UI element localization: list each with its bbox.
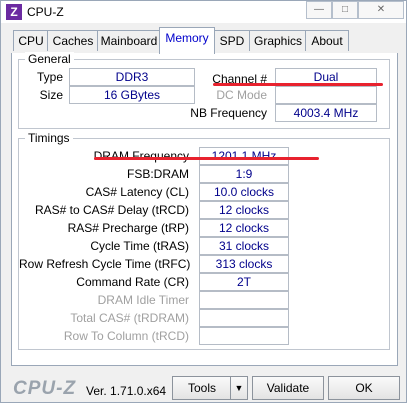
tab-spd[interactable]: SPD	[213, 30, 251, 51]
tab-label: Caches	[52, 34, 94, 48]
dram-idle-timer-value	[199, 291, 289, 309]
tab-graphics[interactable]: Graphics	[249, 30, 307, 51]
tab-label: About	[311, 34, 343, 48]
command-rate-value: 2T	[199, 273, 289, 291]
tab-label: CPU	[18, 34, 44, 48]
cycle-time-label: Cycle Time (tRAS)	[90, 239, 189, 253]
cpuz-logo: CPU-Z	[13, 378, 77, 399]
dram-frequency-highlight-line	[94, 157, 319, 160]
ok-button[interactable]: OK	[328, 376, 400, 400]
ras-to-cas-label: RAS# to CAS# Delay (tRCD)	[34, 203, 189, 217]
timings-group: Timings DRAM Frequency 1201.1 MHz FSB:DR…	[18, 131, 390, 350]
nb-frequency-value: 4003.4 MHz	[275, 104, 377, 122]
row-to-column-value	[199, 327, 289, 345]
tab-memory[interactable]: Memory	[159, 27, 215, 54]
row-to-column-label: Row To Column (tRCD)	[63, 329, 189, 343]
general-group-title: General	[25, 52, 74, 66]
tools-dropdown-arrow-icon[interactable]: ▼	[230, 376, 248, 400]
fsb-dram-label: FSB:DRAM	[126, 167, 189, 181]
tab-label: Memory	[165, 31, 209, 45]
type-value: DDR3	[69, 68, 195, 86]
row-refresh-value: 313 clocks	[199, 255, 289, 273]
title-bar[interactable]: Z CPU-Z — □ ✕	[1, 1, 406, 23]
nb-frequency-label: NB Frequency	[190, 106, 267, 120]
type-label: Type	[36, 70, 63, 84]
minimize-button[interactable]: —	[306, 1, 332, 19]
total-cas-label: Total CAS# (tRDRAM)	[70, 311, 189, 325]
ras-precharge-label: RAS# Precharge (tRP)	[67, 221, 189, 235]
channel-highlight-line	[213, 83, 383, 86]
command-rate-label: Command Rate (CR)	[76, 275, 189, 289]
window-title: CPU-Z	[27, 5, 64, 19]
memory-tab-panel: General Type DDR3 Size 16 GBytes Channel…	[11, 52, 398, 366]
dc-mode-value	[275, 86, 377, 104]
tab-label: Graphics	[253, 34, 303, 48]
ras-precharge-value: 12 clocks	[199, 219, 289, 237]
size-value: 16 GBytes	[69, 86, 195, 104]
size-label: Size	[39, 88, 63, 102]
fsb-dram-value: 1:9	[199, 165, 289, 183]
cycle-time-value: 31 clocks	[199, 237, 289, 255]
cas-latency-label: CAS# Latency (CL)	[85, 185, 189, 199]
cpuz-app-icon: Z	[6, 4, 22, 20]
dc-mode-label: DC Mode	[216, 88, 267, 102]
general-group: General Type DDR3 Size 16 GBytes Channel…	[18, 52, 390, 129]
row-refresh-label: Row Refresh Cycle Time (tRFC)	[19, 257, 191, 271]
tools-button[interactable]: Tools	[172, 376, 232, 400]
tab-cpu[interactable]: CPU	[13, 30, 49, 51]
tab-about[interactable]: About	[305, 30, 349, 51]
version-label: Ver. 1.71.0.x64	[86, 384, 167, 398]
tab-mainboard[interactable]: Mainboard	[97, 30, 161, 51]
tab-caches[interactable]: Caches	[47, 30, 99, 51]
total-cas-value	[199, 309, 289, 327]
cas-latency-value: 10.0 clocks	[199, 183, 289, 201]
tab-label: SPD	[219, 34, 245, 48]
maximize-button[interactable]: □	[332, 1, 358, 19]
dram-frequency-label: DRAM Frequency	[93, 149, 189, 163]
close-button[interactable]: ✕	[358, 1, 404, 19]
timings-group-title: Timings	[25, 131, 73, 145]
cpuz-window: Z CPU-Z — □ ✕ CPU Caches Mainboard Memor…	[0, 0, 407, 403]
ras-to-cas-value: 12 clocks	[199, 201, 289, 219]
validate-button[interactable]: Validate	[252, 376, 324, 400]
dram-frequency-value: 1201.1 MHz	[199, 147, 289, 165]
dram-idle-timer-label: DRAM Idle Timer	[97, 293, 189, 307]
tab-label: Mainboard	[100, 34, 158, 48]
